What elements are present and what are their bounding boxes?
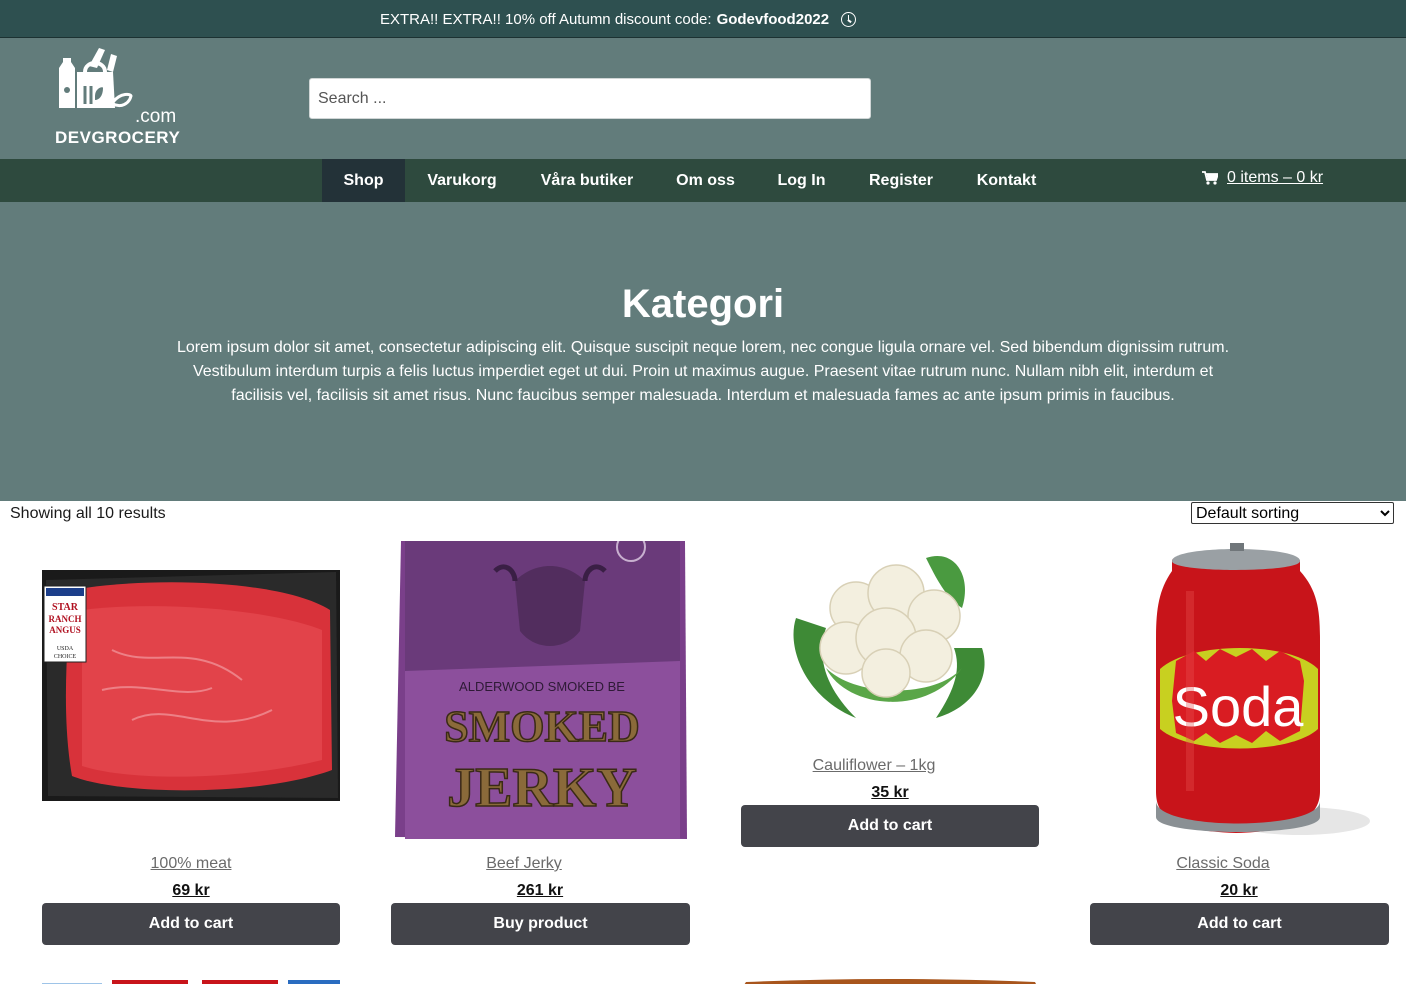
category-description: Lorem ipsum dolor sit amet, consectetur … xyxy=(176,339,1230,404)
svg-text:USDA: USDA xyxy=(57,646,74,652)
svg-text:ANGUS: ANGUS xyxy=(49,625,81,635)
category-title: Kategori xyxy=(621,282,785,326)
discount-code: Godevfood2022 xyxy=(716,10,830,28)
next-row-product-image[interactable] xyxy=(742,975,1039,984)
cauliflower-image[interactable] xyxy=(786,548,992,730)
shopping-cart-icon xyxy=(1202,171,1218,185)
jerky-bag-label: SMOKED xyxy=(444,702,640,751)
steak-image[interactable]: STAR RANCH ANGUS USDA CHOICE xyxy=(42,570,340,801)
product-title[interactable]: Cauliflower – 1kg xyxy=(725,757,1023,775)
svg-text:JERKY: JERKY xyxy=(447,757,637,819)
category-hero: Kategori Lorem ipsum dolor sit amet, con… xyxy=(0,202,1406,501)
next-row-product-image[interactable] xyxy=(42,975,340,984)
product-price: 35 kr xyxy=(871,784,909,801)
sorting-select[interactable]: Default sorting xyxy=(1191,502,1394,524)
result-count: Showing all 10 results xyxy=(10,505,166,522)
header-cart[interactable]: 0 items – 0 kr xyxy=(1202,159,1323,197)
nav-item-om-oss[interactable]: Om oss xyxy=(655,159,756,202)
product-price: 69 kr xyxy=(172,882,210,899)
soda-can-image[interactable]: Soda xyxy=(1150,541,1372,839)
site-logo[interactable]: .com DEVGROCERY xyxy=(55,46,185,147)
nav-item-kontakt[interactable]: Kontakt xyxy=(955,159,1058,202)
add-to-cart-button[interactable]: Add to cart xyxy=(741,805,1039,847)
main-navigation: Shop Varukorg Våra butiker Om oss Log In… xyxy=(0,159,1406,202)
nav-item-varukorg[interactable]: Varukorg xyxy=(405,159,519,202)
product-title[interactable]: Classic Soda xyxy=(1074,855,1372,873)
product-title[interactable]: 100% meat xyxy=(42,855,340,873)
nav-item-shop[interactable]: Shop xyxy=(322,159,405,202)
logo-wordmark: DEVGROCERY xyxy=(55,128,181,147)
product-price: 20 kr xyxy=(1220,882,1258,899)
svg-text:STAR: STAR xyxy=(52,602,79,613)
clock-icon xyxy=(841,11,857,27)
logo-dotcom-text: .com xyxy=(135,106,177,127)
add-to-cart-button[interactable]: Add to cart xyxy=(1090,903,1389,945)
nav-item-log-in[interactable]: Log In xyxy=(756,159,847,202)
announcement-bar: EXTRA!! EXTRA!! 10% off Autumn discount … xyxy=(0,0,1406,38)
cart-summary[interactable]: 0 items – 0 kr xyxy=(1227,169,1323,187)
nav-item-vara-butiker[interactable]: Våra butiker xyxy=(519,159,655,202)
search-input[interactable] xyxy=(309,78,871,119)
grocery-bag-logo-icon xyxy=(59,48,133,108)
jerky-bag-image[interactable]: ALDERWOOD SMOKED BE SMOKED JERKY xyxy=(395,532,690,839)
product-price: 261 kr xyxy=(516,882,564,899)
svg-text:RANCH: RANCH xyxy=(49,614,82,624)
announcement-text: EXTRA!! EXTRA!! 10% off Autumn discount … xyxy=(380,10,712,28)
site-header: .com DEVGROCERY xyxy=(0,38,1406,159)
svg-text:ALDERWOOD SMOKED BE: ALDERWOOD SMOKED BE xyxy=(459,679,625,694)
buy-product-button[interactable]: Buy product xyxy=(391,903,690,945)
svg-text:CHOICE: CHOICE xyxy=(54,654,77,660)
add-to-cart-button[interactable]: Add to cart xyxy=(42,903,340,945)
product-title[interactable]: Beef Jerky xyxy=(375,855,673,873)
nav-item-register[interactable]: Register xyxy=(847,159,955,202)
